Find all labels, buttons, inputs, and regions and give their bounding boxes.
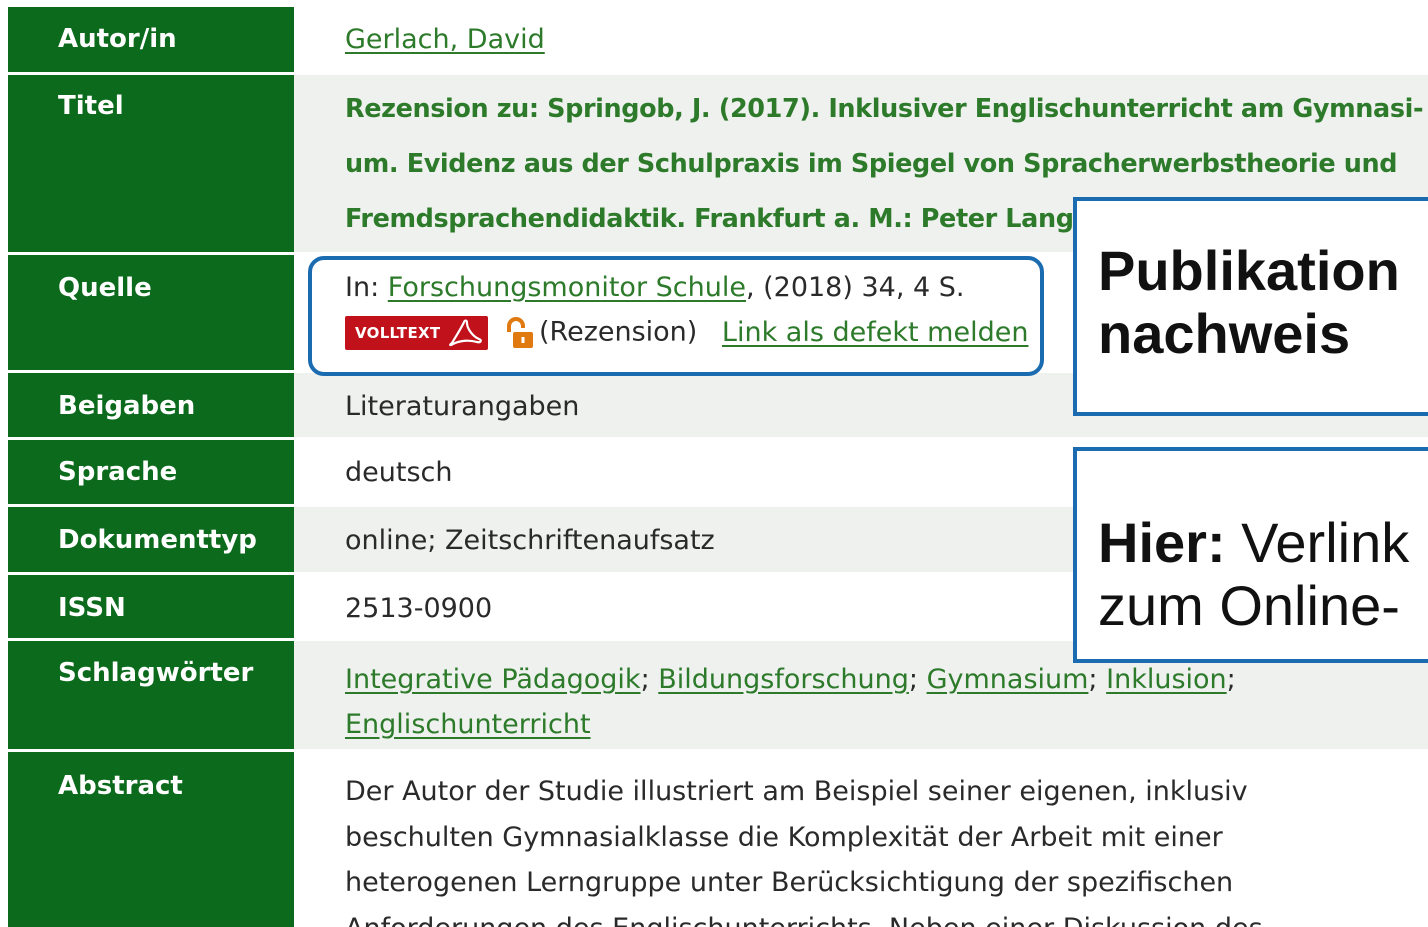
- keyword-link[interactable]: Gymnasium: [927, 664, 1089, 695]
- author-link[interactable]: Gerlach, David: [345, 24, 545, 55]
- source-highlight-frame: [308, 256, 1044, 376]
- row-abstract: Abstract Der Autor der Studie illustrier…: [0, 752, 1428, 927]
- keyword-separator: ;: [908, 664, 918, 695]
- title-line-1: Rezension zu: Springob, J. (2017). Inklu…: [345, 94, 1424, 124]
- callout-publikationsnachweis: Publikation nachweis: [1073, 197, 1428, 416]
- keyword-link[interactable]: Bildungsforschung: [658, 664, 909, 695]
- label-abstract: Abstract: [8, 752, 294, 927]
- callout-hier-bold: Hier:: [1098, 511, 1226, 574]
- label-sprache: Sprache: [8, 440, 294, 504]
- callout-hier-line2: zum Online-: [1098, 574, 1400, 637]
- label-issn: ISSN: [8, 575, 294, 638]
- label-dokumenttyp: Dokumenttyp: [8, 507, 294, 572]
- keyword-link[interactable]: Integrative Pädagogik: [345, 664, 641, 695]
- keyword-separator: ;: [1088, 664, 1098, 695]
- keyword-link[interactable]: Englischunterricht: [345, 709, 591, 740]
- callout-hier: Hier: Verlink zum Online-: [1073, 447, 1428, 663]
- callout-hier-rest: Verlink: [1225, 511, 1410, 574]
- keyword-link[interactable]: Inklusion: [1106, 664, 1227, 695]
- label-schlagwoerter: Schlagwörter: [8, 641, 294, 749]
- callout-hier-line1: Hier: Verlink: [1098, 511, 1428, 574]
- abstract-line: Der Autor der Studie illustriert am Beis…: [345, 776, 1248, 807]
- abstract-line: heterogenen Lerngruppe unter Berücksicht…: [345, 867, 1234, 898]
- callout-pub-line2: nachweis: [1098, 302, 1351, 365]
- label-autor: Autor/in: [8, 7, 294, 72]
- abstract-line: Anforderungen des Englischunterrichts. N…: [345, 906, 1428, 927]
- abstract-line: beschulten Gymnasialklasse die Komplexit…: [345, 821, 1223, 853]
- label-quelle: Quelle: [8, 255, 294, 370]
- label-titel: Titel: [8, 75, 294, 252]
- title-line-2: um. Evidenz aus der Schulpraxis im Spieg…: [345, 149, 1398, 179]
- callout-pub-line1: Publikation: [1098, 239, 1400, 302]
- label-beigaben: Beigaben: [8, 373, 294, 437]
- row-autor: Autor/in Gerlach, David: [0, 7, 1428, 72]
- value-autor: Gerlach, David: [294, 7, 1428, 72]
- keyword-separator: ;: [1226, 664, 1236, 695]
- value-abstract: Der Autor der Studie illustriert am Beis…: [294, 752, 1428, 927]
- keyword-separator: ;: [640, 664, 650, 695]
